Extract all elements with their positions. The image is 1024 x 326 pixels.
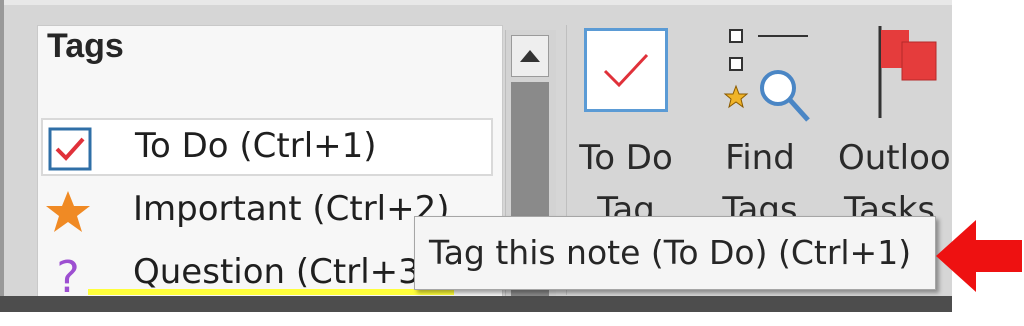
question-icon: ? — [56, 252, 79, 298]
find-tags-icon — [723, 29, 810, 122]
outlook-tasks-label-line1: Outloo — [838, 138, 951, 178]
checkbox-icon — [48, 127, 92, 171]
ribbon-bottom-bar — [0, 296, 952, 312]
find-tags-label-line1: Find — [725, 138, 795, 178]
tag-item-label: Important (Ctrl+2) — [133, 189, 450, 229]
star-icon — [46, 191, 90, 232]
highlight-tag-swatch[interactable] — [88, 289, 454, 295]
red-arrow-icon — [936, 220, 1022, 292]
tag-item-todo[interactable]: To Do (Ctrl+1) — [41, 118, 493, 176]
tooltip: Tag this note (To Do) (Ctrl+1) — [414, 216, 936, 290]
triangle-up-icon — [520, 50, 540, 62]
tag-item-label: To Do (Ctrl+1) — [135, 126, 377, 166]
tooltip-text: Tag this note (To Do) (Ctrl+1) — [429, 233, 912, 272]
tag-item-label: Question (Ctrl+3) — [133, 252, 434, 292]
svg-text:?: ? — [56, 252, 79, 298]
todo-tag-label-line1: To Do — [579, 138, 673, 178]
ribbon-left-edge — [0, 0, 4, 312]
ribbon-top-border — [0, 0, 952, 5]
scroll-up-button[interactable] — [511, 35, 549, 77]
flag-icon — [878, 26, 937, 118]
tags-gallery-title: Tags — [47, 27, 124, 65]
todo-check-icon — [584, 28, 668, 112]
